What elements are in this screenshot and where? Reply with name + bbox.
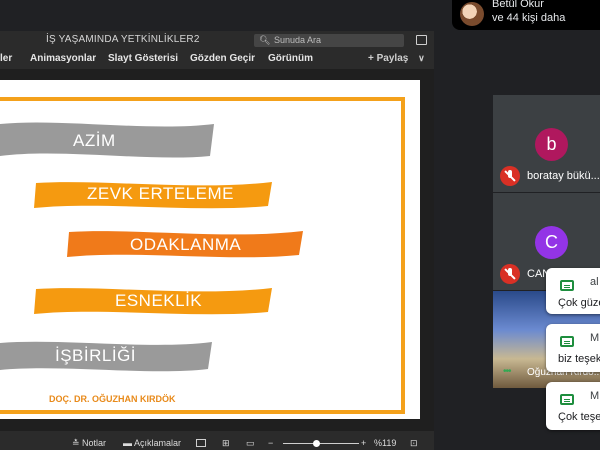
zoom-in-button[interactable]: + xyxy=(361,438,366,448)
toast-message: biz teşek xyxy=(558,353,600,365)
search-input[interactable]: 🔍︎ Sunuda Ara xyxy=(254,34,404,47)
share-label: Paylaş xyxy=(376,53,409,64)
toast-sender: M xyxy=(590,332,600,344)
normal-view-icon[interactable] xyxy=(196,439,206,447)
zoom-level: %119 xyxy=(374,438,397,448)
share-icon[interactable] xyxy=(414,33,428,47)
fit-slide-icon[interactable]: ⊡ xyxy=(410,438,418,449)
chat-toast-2[interactable]: M biz teşek xyxy=(546,324,600,372)
author-credit: DOÇ. DR. OĞUZHAN KIRDÖK xyxy=(49,394,176,404)
user-avatar xyxy=(460,2,484,26)
chat-icon xyxy=(560,394,574,405)
toast-sender: al xyxy=(590,276,599,288)
item-isbirligi: İŞBİRLİĞİ xyxy=(55,346,137,365)
status-bar: ≛ Notlar ▬ Açıklamalar ⊞ ▭ − + %119 ⊡ xyxy=(0,437,434,450)
toast-message: Çok güzel xyxy=(558,297,600,309)
tab-animasyonlar[interactable]: Animasyonlar xyxy=(30,53,96,64)
tab-gorunum[interactable]: Görünüm xyxy=(268,53,313,64)
tab-gozden-gecir[interactable]: Gözden Geçir xyxy=(190,53,255,64)
mic-off-icon xyxy=(500,166,520,186)
participant-name: boratay bükü... xyxy=(527,170,600,182)
item-zevk-erteleme: ZEVK ERTELEME xyxy=(87,184,234,203)
item-esneklik: ESNEKLİK xyxy=(115,291,203,310)
item-azim: AZİM xyxy=(73,131,116,150)
presenter-view-icon[interactable]: ▭ xyxy=(246,438,255,449)
item-odaklanma: ODAKLANMA xyxy=(130,235,242,254)
avatar: b xyxy=(535,128,568,161)
mic-off-icon xyxy=(500,264,520,284)
participants-notice[interactable]: Betül Okur ve 44 kişi daha xyxy=(452,0,600,30)
participant-tile-1[interactable]: b boratay bükü... xyxy=(493,95,600,192)
chat-toast-3[interactable]: M Çok teşe xyxy=(546,382,600,430)
tab-slayt-gosterisi[interactable]: Slayt Gösterisi xyxy=(108,53,178,64)
avatar: C xyxy=(535,226,568,259)
zoom-slider-handle[interactable] xyxy=(313,440,320,447)
toast-message: Çok teşe xyxy=(558,411,600,423)
comments-button[interactable]: ▬ Açıklamalar xyxy=(123,438,181,448)
search-icon: 🔍︎ xyxy=(259,35,271,45)
chat-icon xyxy=(560,280,574,291)
document-title: İŞ YAŞAMINDA YETKİNLİKLER2 xyxy=(46,34,200,45)
audio-level-icon xyxy=(503,366,517,380)
tab-partial[interactable]: ler xyxy=(0,53,12,64)
notes-button[interactable]: ≛ Notlar xyxy=(72,438,106,449)
title-bar: İŞ YAŞAMINDA YETKİNLİKLER2 🔍︎ Sunuda Ara xyxy=(0,31,434,49)
ribbon-tabs: ler Animasyonlar Slayt Gösterisi Gözden … xyxy=(0,49,434,69)
chat-icon xyxy=(560,336,574,347)
slide-sorter-icon[interactable]: ⊞ xyxy=(222,438,230,449)
chevron-down-icon: ∨ xyxy=(418,53,425,63)
search-placeholder: Sunuda Ara xyxy=(274,35,322,45)
add-person-icon: + xyxy=(368,53,374,64)
notice-name: Betül Okur xyxy=(492,0,544,10)
notice-count: ve 44 kişi daha xyxy=(492,12,566,24)
toast-sender: M xyxy=(590,390,600,402)
share-button[interactable]: + Paylaş ∨ xyxy=(368,53,425,64)
chat-toast-1[interactable]: al Çok güzel xyxy=(546,268,600,314)
zoom-slider[interactable] xyxy=(283,443,359,444)
zoom-out-button[interactable]: − xyxy=(268,438,273,448)
